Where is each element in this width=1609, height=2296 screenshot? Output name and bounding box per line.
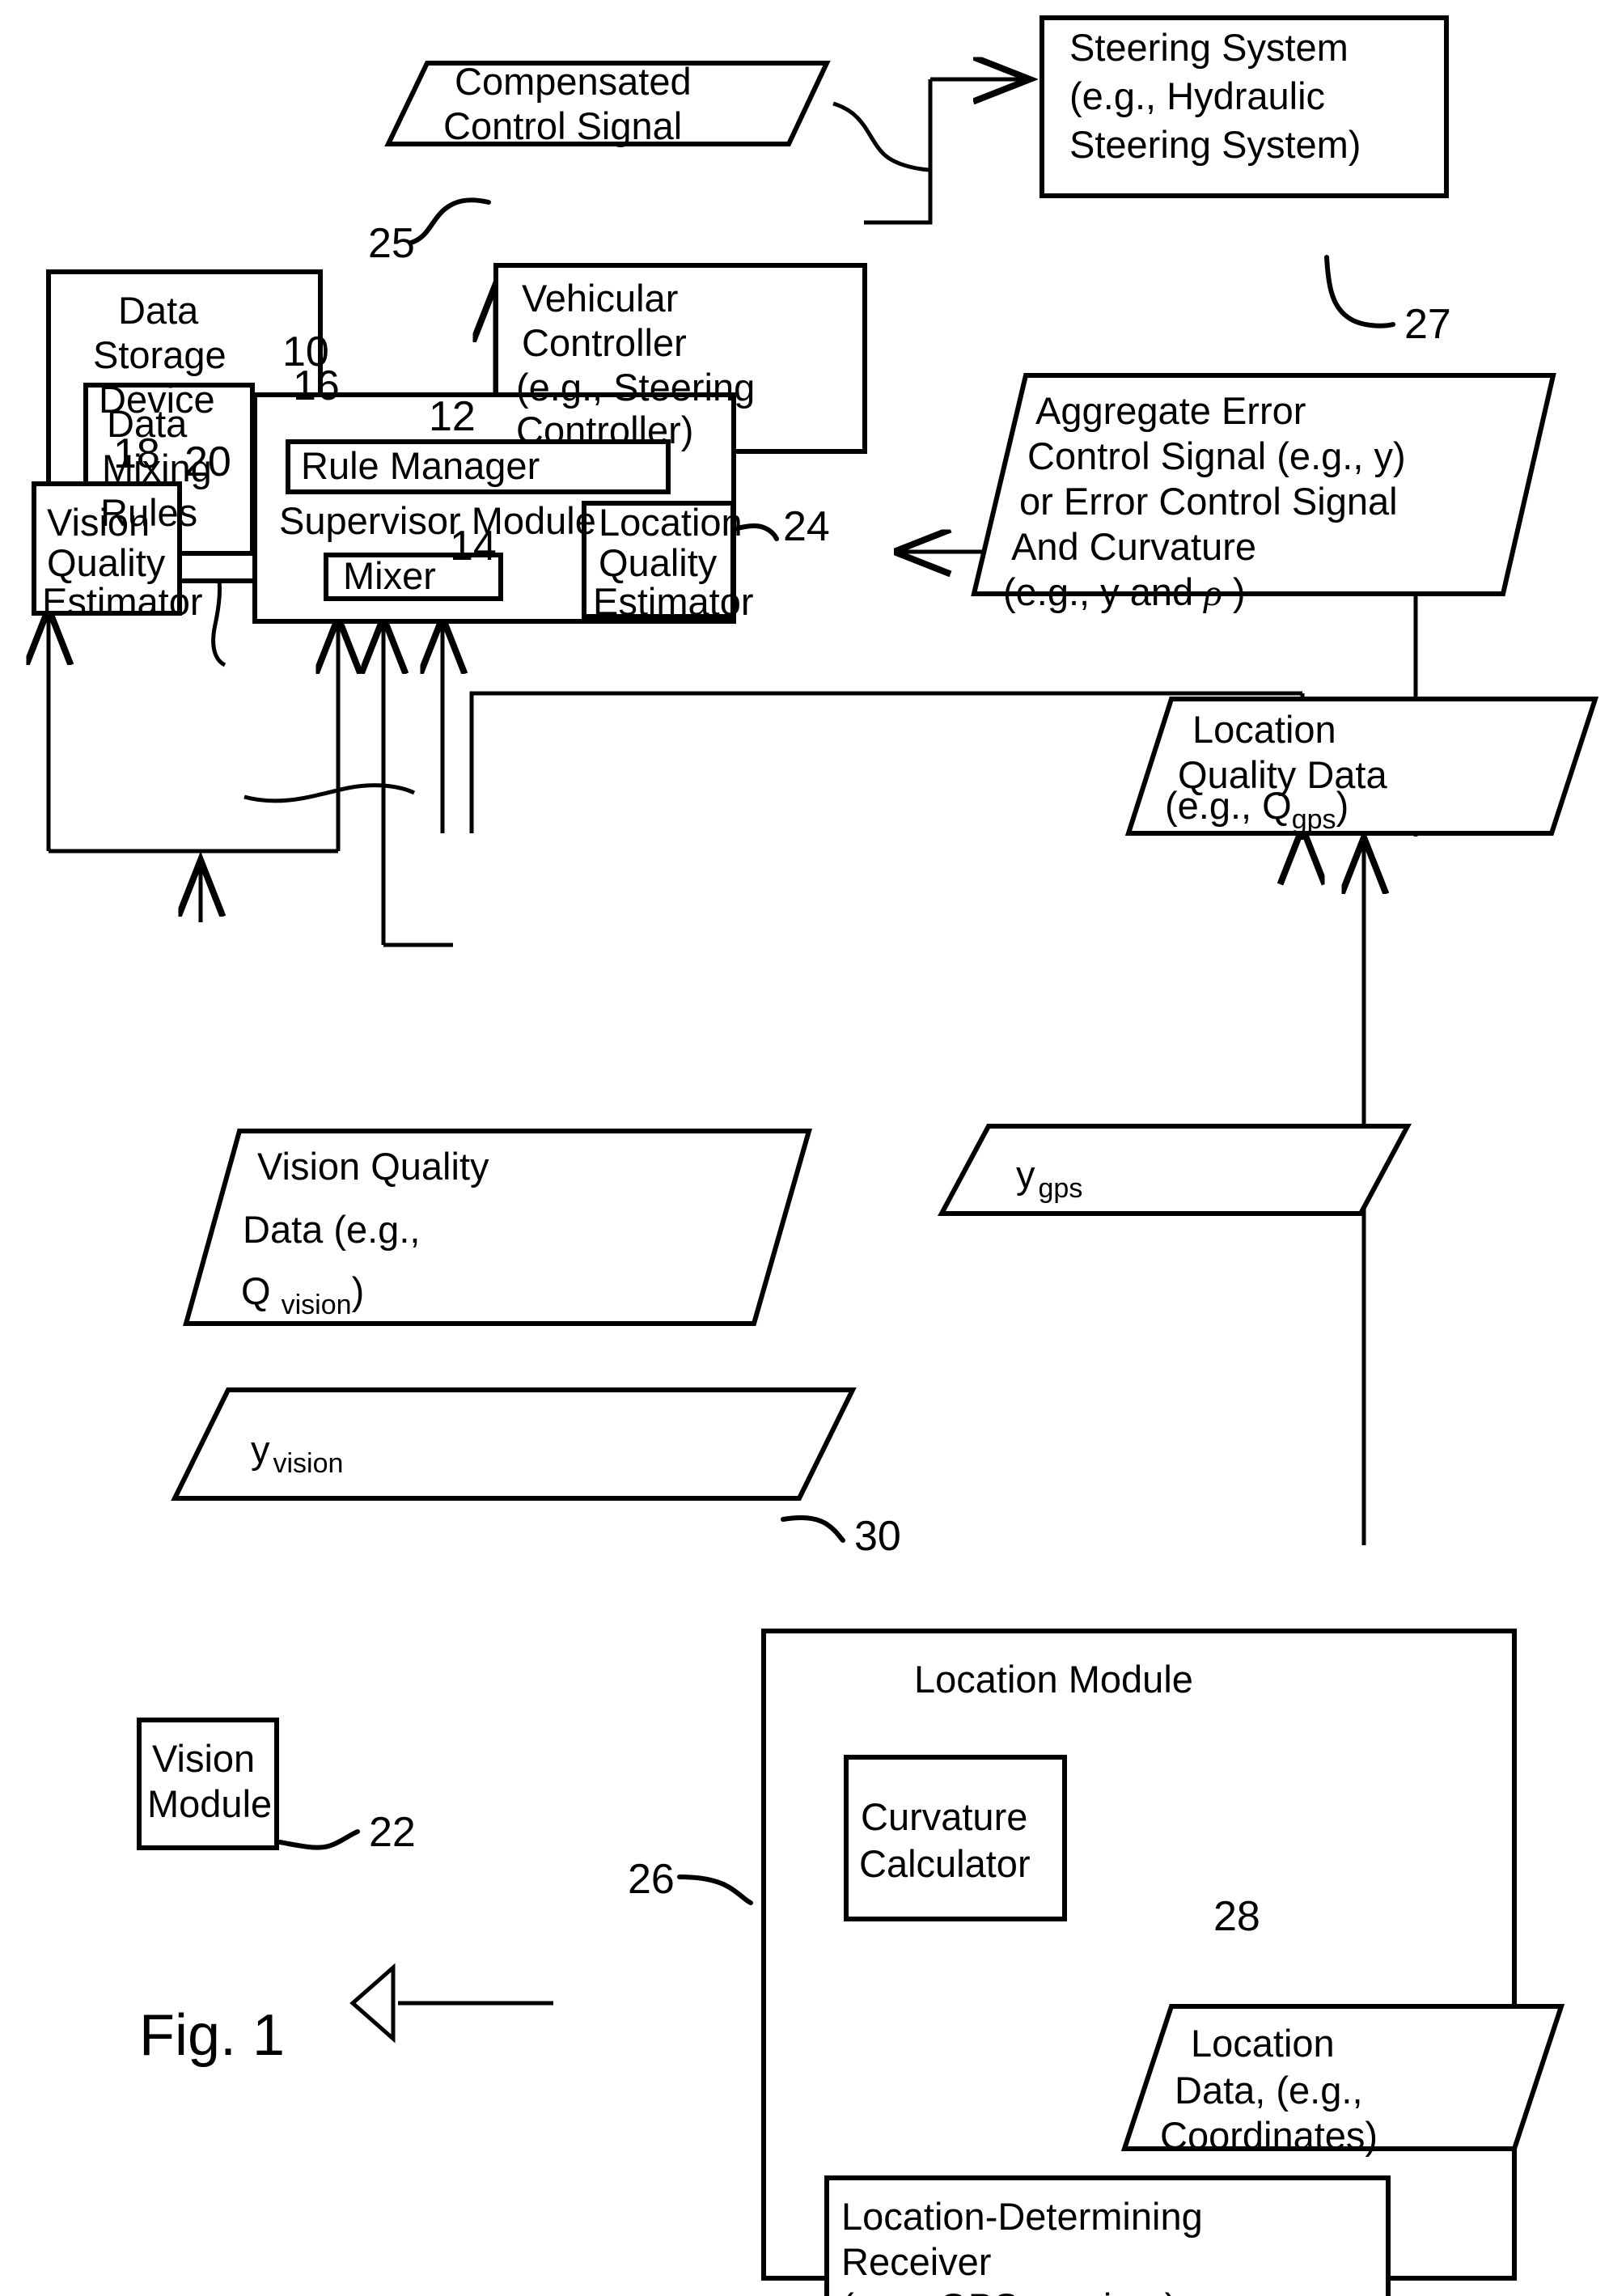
location-module-label: Location Module — [914, 1658, 1193, 1701]
location-data-line-1: Location — [1191, 2022, 1335, 2065]
vehicular-controller-line-4: Controller) — [516, 409, 693, 451]
vehicular-controller-line-3: (e.g., Steering — [516, 366, 755, 409]
vision-quality-estimator-line-1: Vision — [47, 501, 150, 544]
curvature-calculator-line-1: Curvature — [861, 1795, 1027, 1838]
vision-module-line-2: Module — [147, 1782, 272, 1825]
patent-figure-page: Steering System (e.g., Hydraulic Steerin… — [0, 0, 1609, 2296]
rule-manager-label: Rule Manager — [301, 444, 540, 487]
ref-number-20: 20 — [184, 438, 231, 485]
ref-number-28: 28 — [1213, 1893, 1260, 1940]
curvature-calculator-line-2: Calculator — [859, 1842, 1031, 1885]
vehicular-controller-line-1: Vehicular — [522, 277, 678, 320]
steering-system-line-1: Steering System — [1069, 26, 1349, 69]
ref-number-25: 25 — [368, 220, 415, 267]
supervisor-module-label: Supervisor Module — [279, 499, 596, 542]
ref-number-22: 22 — [369, 1809, 416, 1856]
ref-number-26: 26 — [628, 1856, 675, 1903]
location-quality-estimator-line-1: Location — [599, 501, 743, 544]
mixer-label: Mixer — [343, 554, 436, 597]
figure-caption: Fig. 1 — [139, 2003, 285, 2068]
receiver-line-2: Receiver — [841, 2240, 991, 2283]
ref-number-27: 27 — [1404, 301, 1451, 348]
location-data-line-3: Coordinates) — [1160, 2114, 1378, 2157]
compensated-control-signal-line-1: Compensated — [455, 60, 692, 103]
y-vision-label: y vision — [251, 1428, 343, 1479]
aggregate-error-line-5: (e.g., y and ρ ) — [1003, 570, 1245, 614]
receiver-line-1: Location-Determining — [841, 2195, 1203, 2238]
data-storage-device-line-2: Storage — [93, 333, 227, 376]
vision-quality-data-line-1: Vision Quality — [257, 1145, 489, 1188]
vision-quality-estimator-line-2: Quality — [47, 541, 166, 584]
vision-quality-estimator-line-3: Estimator — [42, 580, 203, 623]
compensated-control-signal-line-2: Control Signal — [443, 104, 682, 147]
data-storage-device-line-1: Data — [118, 289, 199, 332]
location-data-line-2: Data, (e.g., — [1175, 2069, 1363, 2112]
diagram-labels: Steering System (e.g., Hydraulic Steerin… — [42, 26, 1451, 2296]
vision-quality-data-line-2: Data (e.g., — [243, 1208, 420, 1251]
location-quality-estimator-line-2: Quality — [599, 541, 718, 584]
ref-number-30: 30 — [854, 1513, 901, 1560]
ref-number-12: 12 — [429, 393, 476, 440]
receiver-line-3: (e.g., GPS receiver) — [841, 2285, 1177, 2296]
location-quality-estimator-line-3: Estimator — [593, 580, 754, 623]
vehicular-controller-line-2: Controller — [522, 321, 687, 364]
ref-number-24: 24 — [783, 503, 830, 550]
steering-system-line-2: (e.g., Hydraulic — [1069, 74, 1325, 117]
ref-number-18: 18 — [113, 430, 160, 477]
aggregate-error-line-3: or Error Control Signal — [1019, 480, 1398, 523]
aggregate-error-line-4: And Curvature — [1011, 525, 1256, 568]
vision-module-line-1: Vision — [152, 1737, 255, 1780]
steering-system-line-3: Steering System) — [1069, 123, 1361, 166]
ref-number-14: 14 — [450, 523, 497, 570]
vision-quality-data-line-3: Q vision) — [241, 1269, 364, 1320]
ref-number-10: 10 — [282, 328, 329, 375]
aggregate-error-line-2: Control Signal (e.g., y) — [1027, 434, 1406, 477]
location-quality-data-line-1: Location — [1192, 708, 1336, 751]
y-gps-label: y gps — [1016, 1153, 1082, 1204]
aggregate-error-line-1: Aggregate Error — [1035, 389, 1306, 432]
